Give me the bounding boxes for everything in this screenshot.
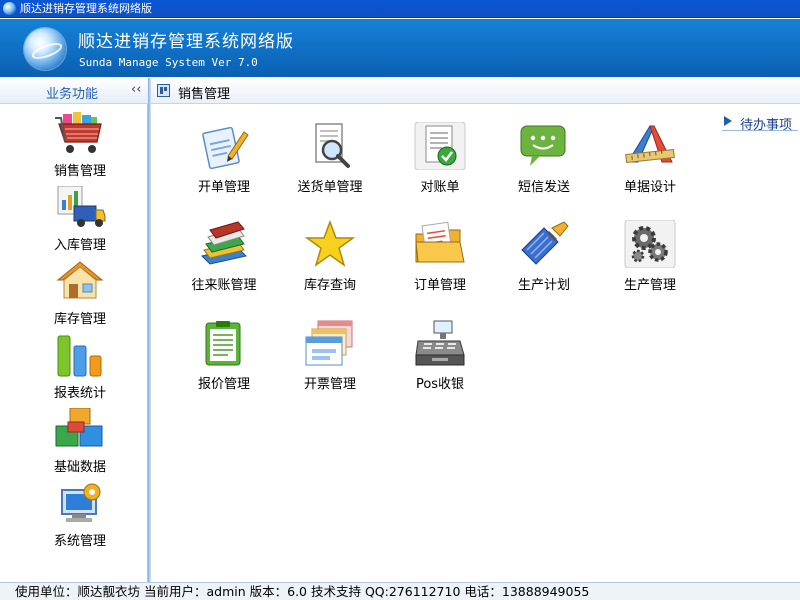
truck-icon <box>57 186 106 227</box>
module-icon <box>157 84 170 97</box>
arrow-right-icon <box>724 116 732 126</box>
chat-bubble-icon <box>520 125 566 166</box>
page-title: 销售管理 <box>178 87 231 102</box>
sidebar-item-label: 基础数据 <box>53 460 106 475</box>
star-icon <box>304 220 356 267</box>
app-invoice[interactable]: 开票管理 <box>280 319 376 403</box>
boxes-icon <box>55 408 103 447</box>
app-quotation[interactable]: 报价管理 <box>174 319 270 403</box>
app-label: 单据设计 <box>623 180 676 195</box>
app-banner: 顺达进销存管理系统网络版 Sunda Manage System Ver 7.0 <box>0 19 800 77</box>
app-label: 订单管理 <box>413 278 466 293</box>
window-title-bar[interactable]: 顺达进销存管理系统网络版 <box>0 0 800 18</box>
todo-label: 待办事项 <box>740 118 793 133</box>
sidebar-item-inventory[interactable]: 库存管理 <box>26 260 134 330</box>
todo-link[interactable]: 待办事项 <box>722 113 798 133</box>
main-header: 销售管理 <box>151 78 800 104</box>
sidebar-item-label: 系统管理 <box>53 534 106 549</box>
sidebar-item-reports[interactable]: 报表统计 <box>26 334 134 404</box>
clipboard-list-icon <box>205 321 241 366</box>
app-stock-query[interactable]: 库存查询 <box>280 220 376 304</box>
app-statement[interactable]: 对账单 <box>390 122 486 206</box>
gears-icon <box>624 220 676 268</box>
app-label: 对账单 <box>420 180 460 195</box>
cash-register-icon <box>415 320 465 366</box>
drafting-tools-icon <box>625 125 675 164</box>
brush-tool-icon <box>521 221 569 265</box>
sidebar: 业务功能 ‹‹ 销售管理 入库管理 库存管理 报表统计 基础数据 系统管理 <box>0 78 148 582</box>
sidebar-item-label: 入库管理 <box>53 238 106 253</box>
app-label: 生产计划 <box>517 278 570 293</box>
app-form-design[interactable]: 单据设计 <box>600 122 696 206</box>
sidebar-item-inbound[interactable]: 入库管理 <box>26 186 134 256</box>
app-order[interactable]: 订单管理 <box>390 220 486 304</box>
app-globe-icon <box>3 2 16 15</box>
sidebar-item-system[interactable]: 系统管理 <box>26 482 134 552</box>
globe-logo-icon <box>24 28 66 70</box>
app-label: 往来账管理 <box>191 278 257 293</box>
sidebar-item-label: 库存管理 <box>53 312 106 327</box>
app-label: Pos收银 <box>415 377 465 392</box>
invoice-windows-icon <box>305 320 353 366</box>
sidebar-title: 业务功能 <box>46 87 99 102</box>
app-production-plan[interactable]: 生产计划 <box>494 220 590 304</box>
magnifier-document-icon <box>315 123 350 168</box>
sidebar-item-base-data[interactable]: 基础数据 <box>26 408 134 478</box>
bar-chart-icon <box>57 335 102 377</box>
shopping-cart-icon <box>55 112 102 153</box>
folder-documents-icon <box>415 221 465 263</box>
checked-document-icon <box>414 122 466 170</box>
app-delivery-note[interactable]: 送货单管理 <box>280 122 376 206</box>
app-label: 送货单管理 <box>297 180 363 195</box>
books-icon <box>201 221 247 265</box>
app-label: 库存查询 <box>303 278 356 293</box>
app-billing[interactable]: 开单管理 <box>174 122 270 206</box>
sidebar-item-sales[interactable]: 销售管理 <box>26 112 134 182</box>
sidebar-header: 业务功能 ‹‹ <box>0 78 148 104</box>
app-label: 开单管理 <box>197 180 250 195</box>
pen-document-icon <box>202 126 249 170</box>
collapse-sidebar-button[interactable]: ‹‹ <box>131 82 141 97</box>
app-label: 短信发送 <box>517 180 570 195</box>
window-title: 顺达进销存管理系统网络版 <box>20 2 152 15</box>
sidebar-item-label: 报表统计 <box>53 386 106 401</box>
app-sms[interactable]: 短信发送 <box>494 122 590 206</box>
banner-title: 顺达进销存管理系统网络版 <box>78 32 294 52</box>
app-label: 报价管理 <box>197 377 250 392</box>
status-text: 使用单位：顺达靓衣坊 当前用户：admin 版本：6.0 技术支持 QQ:276… <box>15 584 590 599</box>
status-bar: 使用单位：顺达靓衣坊 当前用户：admin 版本：6.0 技术支持 QQ:276… <box>0 582 800 600</box>
app-accounts[interactable]: 往来账管理 <box>174 220 270 304</box>
app-production[interactable]: 生产管理 <box>600 220 696 304</box>
sidebar-item-label: 销售管理 <box>53 164 106 179</box>
banner-subtitle: Sunda Manage System Ver 7.0 <box>79 56 258 69</box>
computer-icon <box>61 483 101 522</box>
app-label: 生产管理 <box>623 278 676 293</box>
house-icon <box>56 261 104 299</box>
app-pos[interactable]: Pos收银 <box>390 319 486 403</box>
app-label: 开票管理 <box>303 377 356 392</box>
sidebar-splitter[interactable] <box>148 78 151 582</box>
